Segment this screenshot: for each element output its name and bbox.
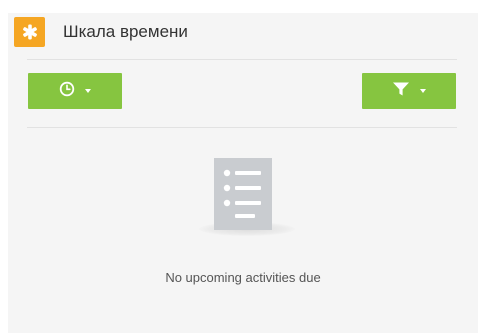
time-filter-button[interactable]: [28, 73, 122, 109]
asterisk-icon: [14, 17, 45, 47]
filter-button[interactable]: [362, 73, 456, 109]
empty-state-illustration: [199, 158, 295, 238]
toolbar-divider: [27, 127, 457, 128]
document-list-icon: [214, 158, 272, 230]
filter-icon: [392, 81, 410, 102]
header-divider: [27, 59, 457, 60]
chevron-down-icon: [420, 89, 426, 93]
empty-state-message: No upcoming activities due: [165, 270, 321, 285]
chevron-down-icon: [85, 89, 91, 93]
clock-icon: [59, 81, 75, 102]
widget-header: Шкала времени: [14, 16, 188, 48]
widget-title: Шкала времени: [63, 22, 188, 41]
